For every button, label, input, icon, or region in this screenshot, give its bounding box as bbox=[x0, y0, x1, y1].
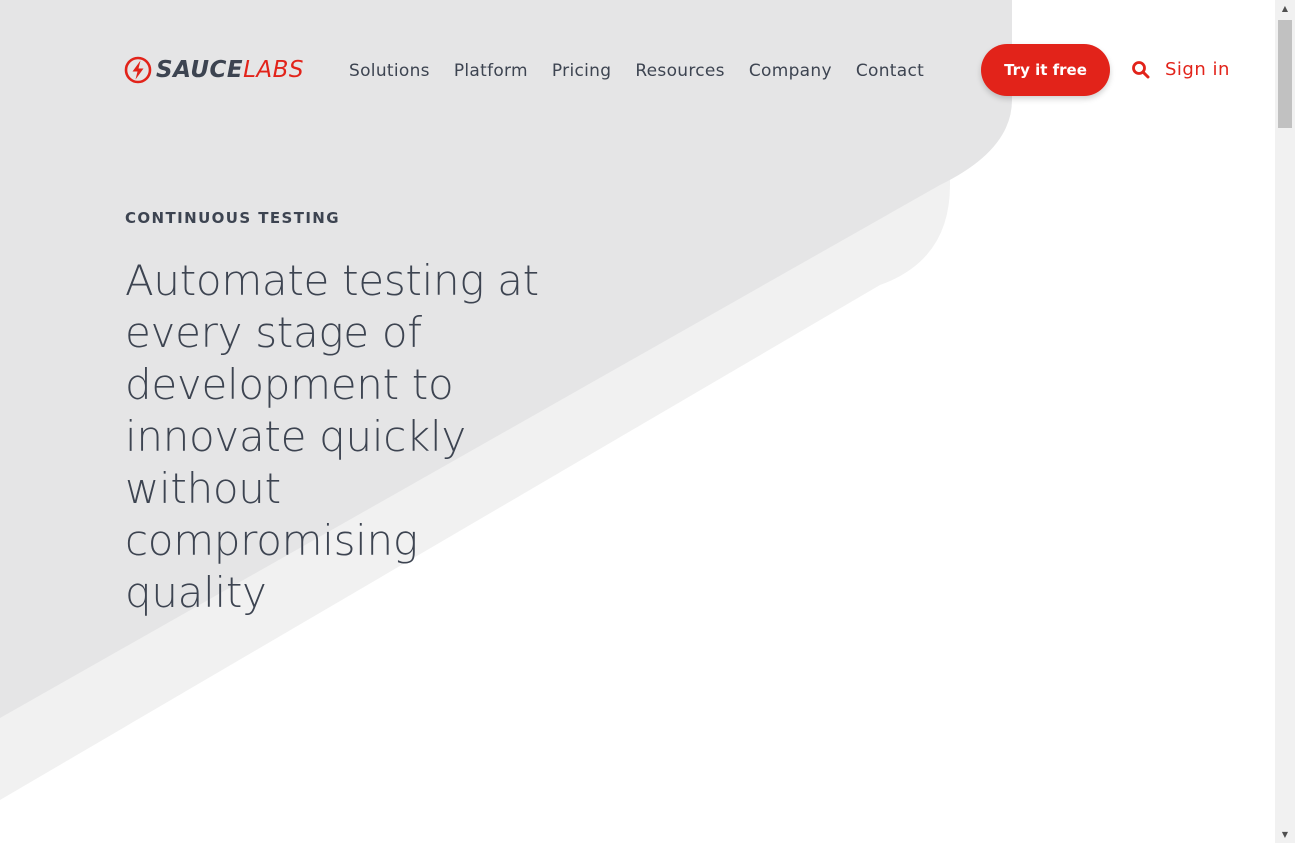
vertical-scrollbar[interactable]: ▲ ▼ bbox=[1275, 0, 1295, 843]
lightning-bolt-icon bbox=[124, 56, 152, 84]
search-icon[interactable] bbox=[1131, 60, 1151, 80]
saucelabs-logo[interactable]: SAUCELABS bbox=[124, 54, 304, 86]
main-nav: Solutions Platform Pricing Resources Com… bbox=[349, 58, 948, 84]
nav-item-platform[interactable]: Platform bbox=[454, 58, 528, 84]
nav-item-solutions[interactable]: Solutions bbox=[349, 58, 430, 84]
nav-item-resources[interactable]: Resources bbox=[635, 58, 725, 84]
sign-in-link[interactable]: Sign in bbox=[1165, 56, 1230, 84]
logo-labs-text: LABS bbox=[243, 57, 305, 83]
hero-headline: Automate testing at every stage of devel… bbox=[125, 256, 539, 617]
hero-eyebrow: CONTINUOUS TESTING bbox=[125, 209, 340, 227]
nav-item-pricing[interactable]: Pricing bbox=[552, 58, 611, 84]
try-it-free-button[interactable]: Try it free bbox=[981, 44, 1110, 96]
scroll-up-arrow-icon[interactable]: ▲ bbox=[1275, 0, 1295, 17]
logo-sauce-text: SAUCE bbox=[156, 57, 244, 83]
nav-item-company[interactable]: Company bbox=[749, 58, 832, 84]
scroll-down-arrow-icon[interactable]: ▼ bbox=[1275, 826, 1295, 843]
nav-item-contact[interactable]: Contact bbox=[856, 58, 924, 84]
page: SAUCELABS Solutions Platform Pricing Res… bbox=[0, 0, 1295, 843]
scrollbar-thumb[interactable] bbox=[1278, 20, 1292, 128]
logo-wordmark: SAUCELABS bbox=[156, 56, 304, 84]
